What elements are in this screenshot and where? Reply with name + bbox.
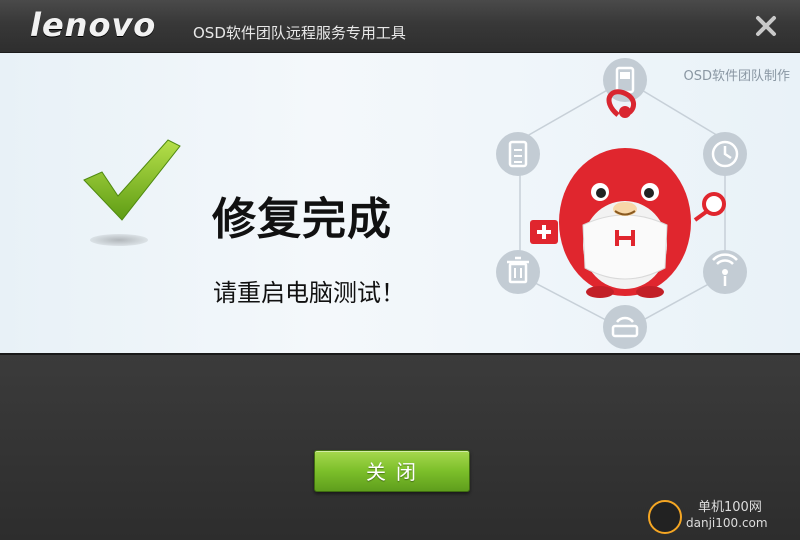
clock-icon: [703, 132, 747, 176]
status-message: 请重启电脑测试！: [213, 279, 405, 307]
app-title: OSD软件团队远程服务专用工具: [193, 24, 406, 42]
watermark-text: 单机100网: [698, 500, 762, 515]
footer-bar: 关闭 单机100网 danji100.com: [0, 355, 800, 540]
wifi-icon: [703, 250, 747, 294]
trash-icon: [496, 250, 540, 294]
close-button[interactable]: 关闭: [314, 450, 470, 492]
router-icon: [603, 305, 647, 349]
watermark-url: danji100.com: [686, 516, 768, 530]
check-shadow: [90, 234, 148, 246]
result-panel: OSD软件团队制作 修复完成 请重启电脑测试！: [0, 53, 800, 355]
watermark: 单机100网 danji100.com: [646, 496, 796, 538]
status-headline: 修复完成: [212, 194, 392, 245]
close-icon[interactable]: [754, 14, 778, 38]
lenovo-logo: lenovo: [30, 6, 157, 44]
title-bar[interactable]: lenovo OSD软件团队远程服务专用工具: [0, 0, 800, 53]
app-window: lenovo OSD软件团队远程服务专用工具 OSD软件团队制作 修复完成 请重…: [0, 0, 800, 540]
watermark-logo-icon: [648, 500, 682, 534]
clipboard-icon: [496, 132, 540, 176]
mascot-illustration: [496, 58, 747, 349]
success-check-icon: [82, 138, 182, 248]
